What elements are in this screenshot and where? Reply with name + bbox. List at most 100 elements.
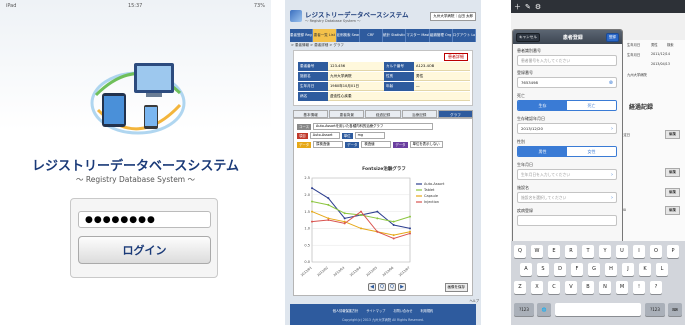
- registration-number-input[interactable]: 7653498 ⊗: [517, 77, 617, 88]
- data-select[interactable]: 尿検査値: [313, 141, 344, 148]
- edit-button[interactable]: 編集: [665, 188, 681, 197]
- data-point: [409, 227, 411, 230]
- footer-link[interactable]: サイトマップ: [366, 308, 385, 313]
- settings-icon[interactable]: ⚙: [535, 3, 541, 11]
- nav-regist[interactable]: 患者登録 Regist: [290, 29, 314, 42]
- edit-button[interactable]: 編集: [665, 206, 681, 215]
- segment-dead[interactable]: 死亡: [567, 101, 616, 110]
- next-icon[interactable]: ▶: [398, 283, 406, 291]
- nav-list[interactable]: 患者一覧 List: [313, 29, 337, 42]
- footer-link[interactable]: お問い合わせ: [393, 308, 412, 313]
- password-input[interactable]: [78, 211, 211, 228]
- edit-button[interactable]: 編集: [665, 168, 681, 177]
- data-select-2[interactable]: 検査値: [361, 141, 392, 148]
- info-row: 施設名 九州大学病院 性別 男性: [298, 72, 470, 81]
- key[interactable]: G: [588, 263, 600, 276]
- numbers-key[interactable]: ?123: [514, 303, 534, 316]
- nav-statistic[interactable]: 統計 Statistic: [383, 29, 407, 42]
- zoom-out-icon[interactable]: Q: [388, 283, 396, 291]
- legend-label: Auto-Assort: [424, 182, 445, 186]
- login-button[interactable]: ログイン: [78, 236, 211, 264]
- nav-logout[interactable]: ログアウト Logout: [453, 29, 476, 42]
- key[interactable]: A: [520, 263, 532, 276]
- clear-icon[interactable]: ⊗: [609, 78, 613, 88]
- key[interactable]: !: [633, 281, 645, 294]
- status-battery: 73%: [253, 3, 265, 9]
- unit-select[interactable]: mg: [354, 132, 385, 139]
- nav-crf[interactable]: CRF: [360, 29, 383, 42]
- key[interactable]: I: [633, 245, 645, 258]
- info-key: 病名: [298, 92, 328, 101]
- bg-cell: 男性: [651, 43, 658, 47]
- patient-detail-card: 患者詳細 患者番号 123-456 カルテ番号 A123-4OB 施設名 九州大…: [293, 50, 473, 106]
- key[interactable]: R: [565, 245, 577, 258]
- keyboard-dismiss-icon[interactable]: ⌨: [668, 303, 682, 316]
- prev-icon[interactable]: ◀: [368, 283, 376, 291]
- footer-link[interactable]: 利用規約: [421, 308, 434, 313]
- save-image-button[interactable]: 画像を保存: [444, 283, 468, 292]
- key[interactable]: S: [537, 263, 549, 276]
- registration-popover: キャンセル 患者登録 登録 患者識別番号 患者番号を入力してください 登録番号 …: [512, 29, 623, 266]
- data-point: [343, 217, 346, 220]
- key[interactable]: Q: [514, 245, 526, 258]
- key[interactable]: N: [599, 281, 611, 294]
- key[interactable]: Y: [599, 245, 611, 258]
- key[interactable]: B: [582, 281, 594, 294]
- tab-treatment[interactable]: 治療記録: [401, 110, 437, 118]
- key[interactable]: P: [667, 245, 679, 258]
- key[interactable]: U: [616, 245, 628, 258]
- tab-progress[interactable]: 経過記録: [365, 110, 401, 118]
- segment-alive[interactable]: 生存: [518, 101, 567, 110]
- key[interactable]: H: [605, 263, 617, 276]
- help-link[interactable]: ヘルプ: [469, 298, 479, 303]
- facility-input[interactable]: 施設名を選択してください ›: [517, 192, 617, 203]
- login-screen: iPad 15:37 73% レジストリーデータベースシステム ～ Regist…: [0, 0, 271, 325]
- popover-title: 患者登録: [562, 34, 583, 41]
- cancel-button[interactable]: キャンセル: [516, 32, 540, 42]
- edit-icon[interactable]: ✎: [525, 3, 531, 11]
- key[interactable]: ?: [650, 281, 662, 294]
- globe-icon[interactable]: 🌐: [537, 303, 551, 316]
- segment-male[interactable]: 男性: [518, 147, 567, 156]
- key[interactable]: K: [639, 263, 651, 276]
- course-select[interactable]: Auto-Assortを用いた各種内科的治療グラフ: [313, 123, 434, 130]
- data-select-3[interactable]: 単位を表示しない: [409, 141, 443, 148]
- key[interactable]: D: [554, 263, 566, 276]
- key[interactable]: V: [565, 281, 577, 294]
- register-button[interactable]: 登録: [605, 32, 619, 42]
- space-key[interactable]: [555, 303, 641, 316]
- key[interactable]: F: [571, 263, 583, 276]
- bg-cell: 生年月日: [627, 53, 641, 57]
- tab-basic[interactable]: 基本情報: [293, 110, 329, 118]
- disease-input[interactable]: [517, 215, 617, 226]
- patient-number-input[interactable]: 患者番号を入力してください: [517, 55, 617, 66]
- key[interactable]: Z: [514, 281, 526, 294]
- legend-label: Tablet: [423, 188, 435, 192]
- key[interactable]: E: [548, 245, 560, 258]
- add-icon[interactable]: ＋: [514, 2, 521, 12]
- birthdate-input[interactable]: 生年月日を入力してください ›: [517, 169, 617, 180]
- edit-button[interactable]: 編集: [665, 130, 681, 139]
- tab-graph[interactable]: グラフ: [437, 110, 474, 118]
- item-select[interactable]: Auto-Assort: [309, 132, 340, 139]
- nav-master[interactable]: マスター Master: [406, 29, 430, 42]
- x-tick-label: 2013/01: [300, 266, 313, 278]
- footer-link[interactable]: 個人情報保護方針: [333, 308, 359, 313]
- key[interactable]: T: [582, 245, 594, 258]
- zoom-in-icon[interactable]: Q: [378, 283, 386, 291]
- key[interactable]: L: [656, 263, 668, 276]
- key[interactable]: M: [616, 281, 628, 294]
- key[interactable]: C: [548, 281, 560, 294]
- tab-background[interactable]: 患者背景: [329, 110, 365, 118]
- nav-org[interactable]: 組織管理 Org: [430, 29, 453, 42]
- confirm-date-input[interactable]: 2013/12/20 ›: [517, 123, 617, 134]
- key[interactable]: W: [531, 245, 543, 258]
- numbers-key[interactable]: ?123: [645, 303, 665, 316]
- nav-search[interactable]: 症例検索 Search: [337, 29, 360, 42]
- bg-cell: 2011/12/14: [651, 52, 671, 56]
- detail-tabs: 基本情報 患者背景 経過記録 治療記録 グラフ: [293, 110, 474, 118]
- key[interactable]: J: [622, 263, 634, 276]
- key[interactable]: O: [650, 245, 662, 258]
- segment-female[interactable]: 女性: [567, 147, 616, 156]
- key[interactable]: X: [531, 281, 543, 294]
